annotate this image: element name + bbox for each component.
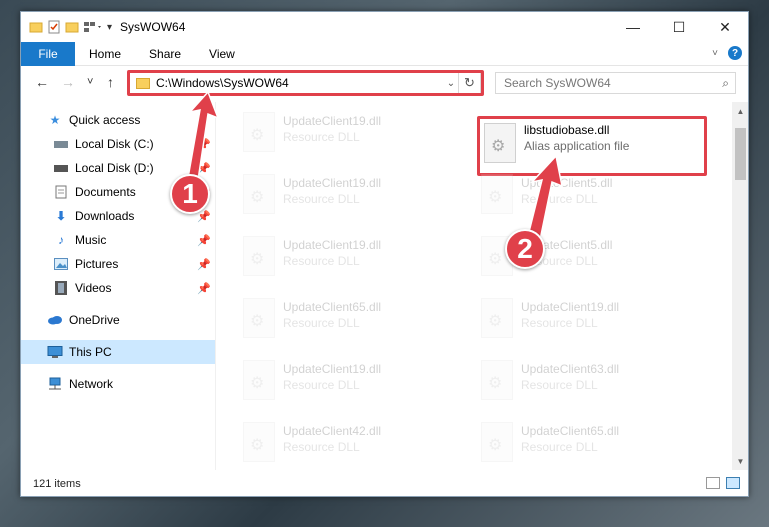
annotation-arrows [187,90,564,241]
step-2-badge: 2 [505,229,545,269]
arrow-2 [527,154,564,241]
arrow-1 [187,90,220,181]
step-1-badge: 1 [170,174,210,214]
